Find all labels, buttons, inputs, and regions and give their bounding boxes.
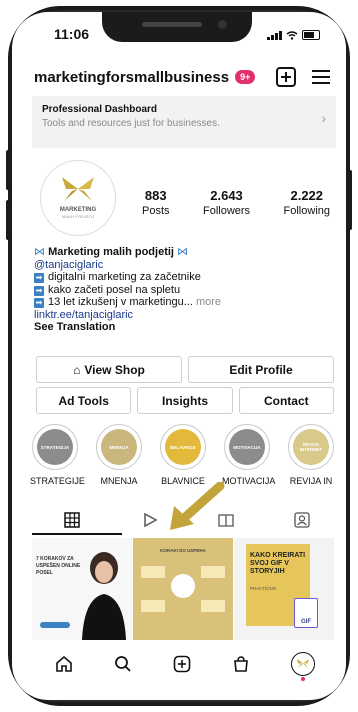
insights-button[interactable]: Insights — [137, 387, 233, 414]
stat-followers[interactable]: 2.643 Followers — [203, 188, 250, 217]
diagram-box — [141, 566, 165, 578]
profile-nav-avatar[interactable] — [291, 652, 316, 681]
status-time: 11:06 — [54, 26, 90, 42]
search-icon[interactable] — [114, 655, 132, 673]
shop-icon[interactable] — [232, 655, 250, 673]
volume-down-button — [6, 200, 10, 240]
post-thumbnail[interactable]: KORAKI DO USPEHA — [133, 538, 233, 640]
center-diagram — [171, 574, 195, 598]
butterfly-logo-icon — [297, 658, 310, 669]
person-photo-icon — [82, 552, 126, 640]
arrow-right-icon: ➡ — [34, 285, 44, 296]
bio-more-link[interactable]: more — [196, 296, 221, 308]
profile-header: marketingforsmallbusiness 9+ — [34, 64, 330, 90]
highlight-blavnice[interactable]: BELAVNICE BLAVNICE — [158, 424, 208, 486]
tagged-tab-icon[interactable] — [294, 512, 310, 528]
profile-buttons-row-1: ⌂ View Shop Edit Profile — [36, 356, 334, 383]
dashboard-title: Professional Dashboard — [42, 104, 158, 115]
chevron-right-icon: › — [321, 110, 326, 126]
signal-icon — [267, 30, 282, 40]
profile-buttons-row-2: Ad Tools Insights Contact — [36, 387, 334, 414]
arrow-right-icon: ➡ — [34, 298, 44, 308]
bottom-nav — [24, 642, 346, 686]
bio-line: ➡ digitalni marketing za začetnike — [34, 271, 201, 283]
story-highlights: STRATEGIJA STRATEGIJE MNENJA MNENJA BELA… — [30, 424, 346, 486]
butterfly-logo-icon — [62, 177, 94, 201]
highlight-motivacija[interactable]: MOTIVACIJA MOTIVACIJA — [222, 424, 275, 486]
status-bar: 11:06 — [12, 26, 346, 46]
shop-bag-icon: ⌂ — [73, 362, 81, 377]
stat-following[interactable]: 2.222 Following — [284, 188, 330, 217]
butterfly-emoji-icon: ⋈ — [34, 246, 45, 258]
create-post-icon[interactable] — [276, 67, 296, 87]
status-icons — [267, 30, 320, 40]
profile-bio: ⋈ Marketing malih podjetij ⋈ @tanjacigla… — [34, 246, 332, 334]
diagram-box — [141, 600, 165, 612]
post-thumbnail[interactable]: 7 KORAKOV ZA USPEŠEN ONLINE POSEL — [32, 538, 132, 640]
bio-line: ➡ kako začeti posel na spletu — [34, 283, 181, 296]
view-shop-button[interactable]: ⌂ View Shop — [36, 356, 182, 383]
highlight-revija[interactable]: REVIJA INTERNET REVIJA IN — [286, 424, 336, 486]
gif-file-icon: GIF — [294, 598, 318, 628]
bio-handle-link[interactable]: @tanjaciglaric — [34, 259, 332, 272]
post-grid: 7 KORAKOV ZA USPEŠEN ONLINE POSEL KORAKI… — [32, 538, 334, 640]
home-icon[interactable] — [55, 655, 73, 673]
contact-button[interactable]: Contact — [238, 387, 334, 414]
slide-indicator — [40, 622, 70, 628]
new-post-icon[interactable] — [173, 655, 191, 673]
see-translation-link[interactable]: See Translation — [34, 321, 332, 334]
reels-tab-icon[interactable] — [142, 512, 158, 528]
butterfly-emoji-icon: ⋈ — [177, 246, 189, 258]
app-screen: 11:06 marketingforsmallbusiness 9+ Profe… — [12, 12, 346, 700]
notification-badge[interactable]: 9+ — [235, 70, 256, 84]
pointer-arrow-icon — [170, 482, 225, 530]
grid-tab-icon[interactable] — [64, 512, 80, 528]
wifi-icon — [286, 30, 298, 40]
bio-name-row: ⋈ Marketing malih podjetij ⋈ — [34, 246, 332, 259]
bio-name: Marketing malih podjetij — [48, 246, 174, 258]
notification-dot — [301, 677, 306, 681]
active-tab-indicator — [32, 533, 122, 535]
profile-username[interactable]: marketingforsmallbusiness — [34, 69, 229, 86]
volume-up-button — [6, 150, 10, 190]
bio-line: ➡ 13 let izkušenj v marketingu... more — [34, 296, 222, 308]
header-actions — [276, 67, 330, 87]
avatar[interactable]: MARKETING MALIH PODJETIJ — [40, 160, 116, 236]
menu-icon[interactable] — [312, 70, 330, 84]
stat-posts[interactable]: 883 Posts — [142, 188, 170, 217]
ad-tools-button[interactable]: Ad Tools — [36, 387, 132, 414]
professional-dashboard-card[interactable]: Professional Dashboard Tools and resourc… — [32, 96, 336, 148]
logo-text: MARKETING — [59, 207, 97, 213]
arrow-right-icon: ➡ — [34, 273, 44, 283]
logo-subtext: MALIH PODJETIJ — [61, 214, 95, 219]
diagram-box — [201, 566, 225, 578]
highlight-strategije[interactable]: STRATEGIJA STRATEGIJE — [30, 424, 85, 486]
edit-profile-button[interactable]: Edit Profile — [188, 356, 334, 383]
bio-website-link[interactable]: linktr.ee/tanjaciglaric — [34, 309, 332, 322]
highlight-mnenja[interactable]: MNENJA MNENJA — [94, 424, 144, 486]
battery-icon — [302, 30, 320, 40]
power-button — [348, 170, 352, 230]
post-thumbnail[interactable]: KAKO KREIRATI SVOJ GIF V STORYJIH PRAKTI… — [234, 538, 334, 640]
profile-stats: 883 Posts 2.643 Followers 2.222 Followin… — [142, 188, 330, 217]
diagram-box — [201, 600, 225, 612]
dashboard-subtitle: Tools and resources just for businesses. — [42, 118, 220, 129]
